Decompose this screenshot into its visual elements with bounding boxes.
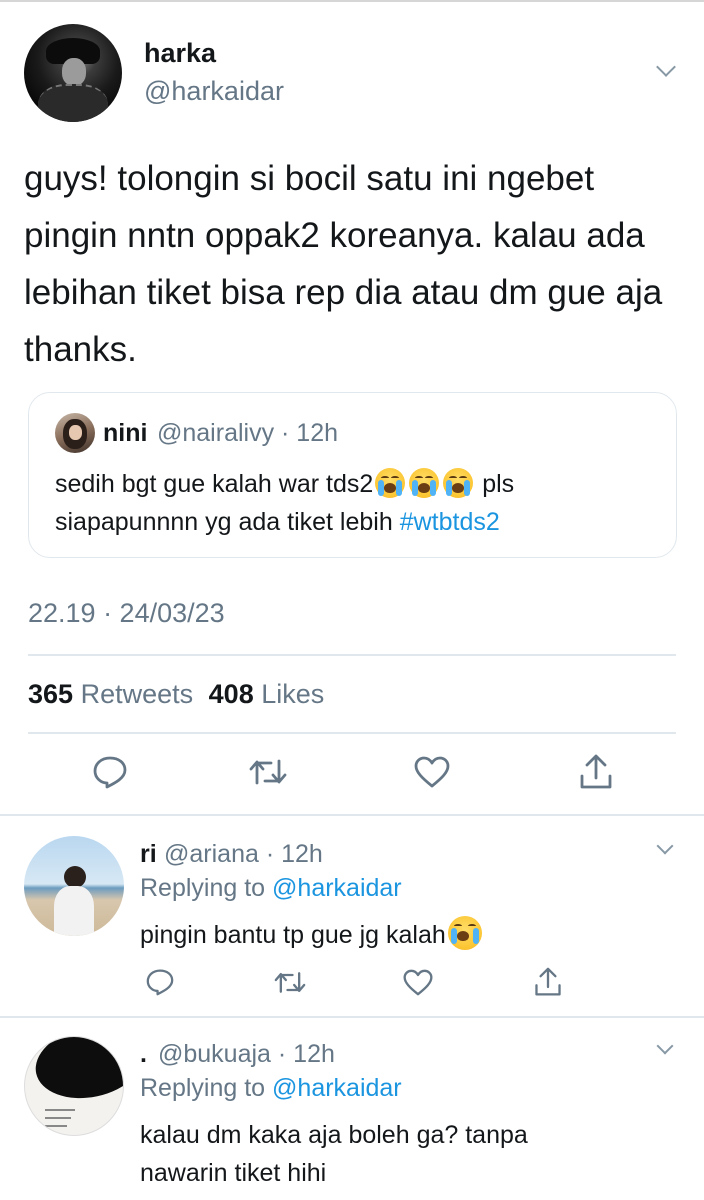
- share-icon[interactable]: [528, 962, 568, 1002]
- author-handle[interactable]: @harkaidar: [144, 76, 284, 107]
- reply-avatar[interactable]: [24, 1036, 124, 1136]
- divider: [0, 1016, 704, 1018]
- mention-link[interactable]: @harkaidar: [272, 874, 402, 902]
- reply-handle-time[interactable]: @bukuaja · 12h: [158, 1040, 335, 1069]
- author-avatar[interactable]: [24, 24, 122, 122]
- likes-count[interactable]: 408: [209, 679, 254, 709]
- share-icon[interactable]: [574, 750, 618, 794]
- tweet-text: guys! tolongin si bocil satu ini ngebet …: [24, 159, 663, 369]
- tweet-timestamp[interactable]: 22.19 · 24/03/23: [28, 598, 225, 629]
- reply-handle-time[interactable]: @ariana · 12h: [164, 840, 323, 869]
- reply-text: kalau dm kaka aja boleh ga? tanpa nawari…: [140, 1121, 528, 1187]
- retweets-label[interactable]: Retweets: [81, 679, 194, 709]
- reply-avatar[interactable]: [24, 836, 124, 936]
- retweet-icon[interactable]: [246, 752, 290, 792]
- reply-icon[interactable]: [140, 964, 180, 1000]
- reply-text: pingin bantu tp gue jg kalah: [140, 916, 484, 954]
- quoted-text: sedih bgt gue kalah war tds2 pls siapapu…: [55, 468, 515, 536]
- quoted-avatar: [55, 413, 95, 453]
- chevron-down-icon[interactable]: [656, 1037, 674, 1055]
- mention-link[interactable]: @harkaidar: [272, 1074, 402, 1102]
- engagement-stats: 365 Retweets 408 Likes: [28, 679, 324, 710]
- like-icon[interactable]: [410, 752, 454, 792]
- quoted-tweet[interactable]: nini @nairalivy · 12h sedih bgt gue kala…: [28, 392, 677, 558]
- author-name[interactable]: harka: [144, 38, 216, 69]
- crying-face-emoji-icon: [409, 468, 440, 498]
- replying-to: Replying to @harkaidar: [140, 874, 402, 902]
- reply-name[interactable]: .: [140, 1040, 147, 1069]
- top-border: [0, 0, 704, 2]
- replying-to: Replying to @harkaidar: [140, 1074, 402, 1102]
- quoted-name: nini: [103, 419, 148, 447]
- quoted-handle-time: @nairalivy · 12h: [157, 419, 339, 447]
- hashtag-link[interactable]: #wtbtds2: [400, 508, 500, 536]
- divider: [0, 814, 704, 816]
- retweet-icon[interactable]: [270, 964, 310, 1000]
- retweets-count[interactable]: 365: [28, 679, 73, 709]
- likes-label[interactable]: Likes: [261, 679, 324, 709]
- crying-face-emoji-icon: [447, 916, 482, 950]
- like-icon[interactable]: [398, 964, 438, 1000]
- divider: [28, 654, 676, 656]
- chevron-down-icon[interactable]: [656, 837, 674, 855]
- reply-name[interactable]: ri: [140, 840, 157, 869]
- chevron-down-icon[interactable]: [656, 57, 676, 77]
- divider: [28, 732, 676, 734]
- crying-face-emoji-icon: [375, 468, 406, 498]
- reply-icon[interactable]: [88, 752, 132, 792]
- crying-face-emoji-icon: [443, 468, 474, 498]
